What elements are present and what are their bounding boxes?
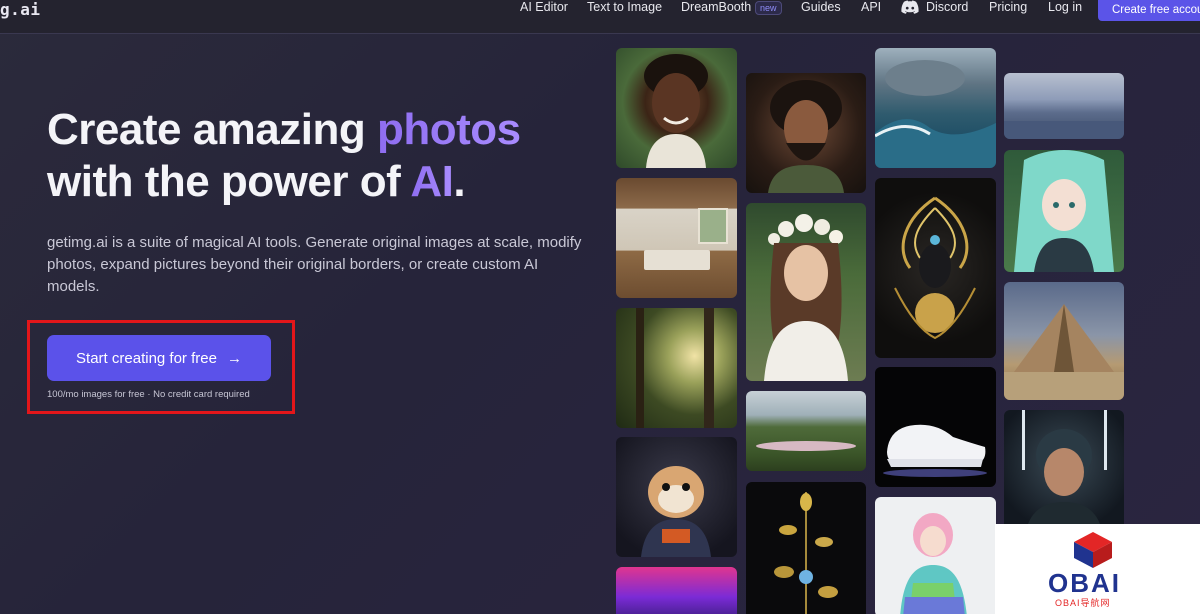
sneaker-art [883, 424, 987, 477]
watermark-subtext: OBAI导航网 [1055, 598, 1111, 608]
logo-text: g.ai [0, 0, 41, 19]
nav-discord[interactable]: Discord [926, 0, 968, 16]
tile-stormy-ocean[interactable] [875, 48, 996, 168]
tile-portrait-man[interactable] [616, 48, 737, 168]
nav-api[interactable]: API [861, 0, 881, 16]
tile-pyramid[interactable] [1004, 282, 1124, 400]
tile-warrior[interactable] [746, 73, 866, 193]
start-creating-button[interactable]: Start creating for free → [47, 335, 271, 381]
tile-bedroom[interactable] [616, 178, 737, 298]
tile-golden-mask[interactable] [875, 178, 996, 358]
nav-dreambooth[interactable]: DreamBooth [681, 0, 751, 16]
nav-text-to-image[interactable]: Text to Image [587, 0, 662, 16]
tile-hamster[interactable] [616, 437, 737, 557]
portrait-man-art [644, 54, 708, 168]
tile-garden[interactable] [746, 391, 866, 471]
warrior-art [768, 80, 844, 193]
tile-anime-girl[interactable] [1004, 150, 1124, 272]
tile-flower-crown-woman[interactable] [746, 203, 866, 381]
title-line2-a: with the power of [47, 157, 411, 206]
tile-forest[interactable] [616, 308, 737, 428]
new-badge: new [755, 1, 782, 15]
tile-neon-city[interactable] [616, 567, 737, 614]
cyber-man-art [1022, 410, 1107, 540]
tile-cloudy-seascape[interactable] [1004, 73, 1124, 139]
logo[interactable]: g.ai [0, 0, 41, 19]
pink-character-art [900, 513, 967, 614]
tile-sneaker[interactable] [875, 367, 996, 487]
arrow-right-icon: → [226, 349, 242, 367]
title-line2-highlight: AI [410, 157, 454, 206]
watermark: OBAI OBAI导航网 [995, 524, 1200, 614]
top-nav: g.ai AI Editor Text to Image DreamBooth … [0, 0, 1200, 34]
pyramid-art [1004, 304, 1124, 400]
title-line1-highlight: photos [376, 105, 521, 154]
create-account-button[interactable]: Create free account [1098, 0, 1200, 21]
discord-icon[interactable] [901, 0, 919, 14]
golden-flowers-art [774, 492, 838, 614]
nav-ai-editor[interactable]: AI Editor [520, 0, 568, 16]
hamster-art [641, 466, 711, 557]
tile-pink-hair-character[interactable] [875, 497, 996, 614]
hero-title: Create amazing photos with the power of … [47, 104, 521, 208]
nav-guides[interactable]: Guides [801, 0, 841, 16]
cube-logo-icon [1074, 532, 1112, 568]
watermark-text: OBAI [1048, 568, 1121, 598]
flower-woman-art [764, 214, 848, 381]
start-creating-label: Start creating for free [76, 349, 217, 367]
ocean-art [875, 60, 996, 168]
hero-description: getimg.ai is a suite of magical AI tools… [47, 234, 582, 295]
nav-pricing[interactable]: Pricing [989, 0, 1027, 16]
golden-mask-art [894, 196, 976, 340]
title-line2-c: . [453, 157, 466, 206]
anime-girl-art [1014, 150, 1114, 272]
cta-note: 100/mo images for free · No credit card … [47, 389, 250, 400]
title-line1-a: Create amazing [47, 105, 377, 154]
tile-golden-flowers[interactable] [746, 482, 866, 614]
tile-cyber-man[interactable] [1004, 410, 1124, 540]
nav-login[interactable]: Log in [1048, 0, 1082, 16]
